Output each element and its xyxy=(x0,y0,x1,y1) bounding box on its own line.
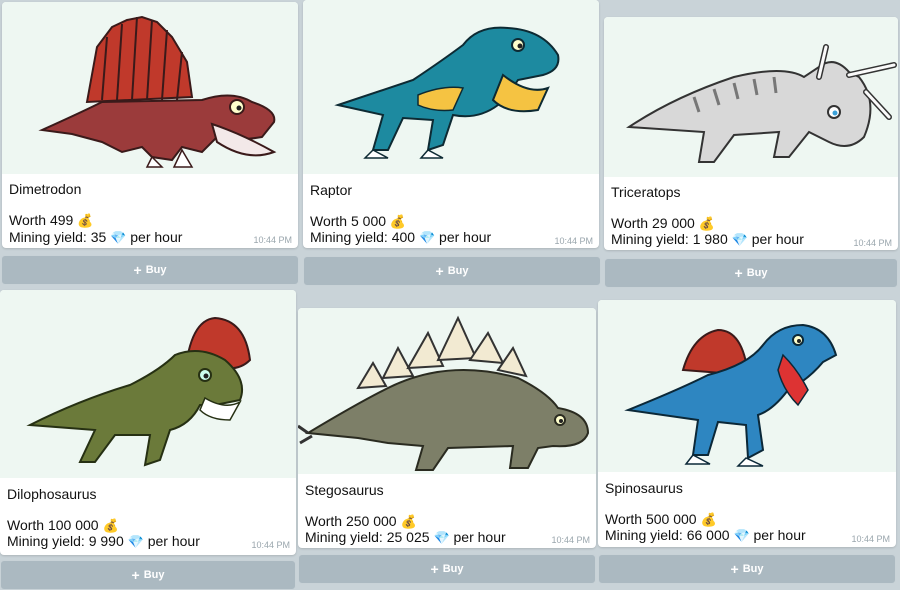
mining-value: 35 xyxy=(90,229,107,245)
product-card-dilophosaurus: Dilophosaurus Worth 100 000 💰 Mining yie… xyxy=(0,290,296,555)
mining-line: Mining yield: 9 990 💎 per hour xyxy=(7,533,200,550)
spinosaurus-image xyxy=(598,300,896,472)
timestamp: 10:44 PM xyxy=(251,540,290,550)
per-hour-label: per hour xyxy=(130,229,183,245)
card-title: Dimetrodon xyxy=(9,181,82,197)
diamond-icon: 💎 xyxy=(418,230,436,245)
worth-value: 29 000 xyxy=(651,215,695,231)
worth-line: Worth 29 000 💰 xyxy=(611,215,715,232)
worth-line: Worth 5 000 💰 xyxy=(310,213,406,230)
plus-icon: + xyxy=(131,567,140,583)
money-bag-icon: 💰 xyxy=(400,514,417,529)
mining-label: Mining yield: xyxy=(7,533,85,549)
worth-value: 499 xyxy=(49,212,74,228)
mining-label: Mining yield: xyxy=(9,229,87,245)
per-hour-label: per hour xyxy=(439,229,492,245)
product-card-spinosaurus: Spinosaurus Worth 500 000 💰 Mining yield… xyxy=(598,300,896,547)
worth-value: 500 000 xyxy=(645,511,697,527)
money-bag-icon: 💰 xyxy=(700,512,717,527)
stegosaurus-image xyxy=(298,308,596,474)
diamond-icon: 💎 xyxy=(127,534,144,549)
mining-value: 66 000 xyxy=(686,527,730,543)
diamond-icon: 💎 xyxy=(433,530,450,545)
card-title: Raptor xyxy=(310,182,353,198)
timestamp: 10:44 PM xyxy=(253,235,292,245)
timestamp: 10:44 PM xyxy=(851,534,890,544)
dimetrodon-image xyxy=(2,2,298,174)
buy-button-spinosaurus[interactable]: + Buy xyxy=(598,554,896,584)
buy-label: Buy xyxy=(143,569,165,581)
per-hour-label: per hour xyxy=(751,231,804,247)
money-bag-icon: 💰 xyxy=(698,216,715,231)
buy-label: Buy xyxy=(447,265,469,277)
product-card-stegosaurus: Stegosaurus Worth 250 000 💰 Mining yield… xyxy=(298,308,596,548)
mining-line: Mining yield: 1 980 💎 per hour xyxy=(611,231,804,248)
worth-value: 5 000 xyxy=(350,213,387,229)
diamond-icon: 💎 xyxy=(733,528,750,543)
worth-line: Worth 499 💰 xyxy=(9,212,93,229)
plus-icon: + xyxy=(730,561,739,577)
worth-label: Worth xyxy=(310,213,348,229)
product-card-raptor: Raptor Worth 5 000 💰 Mining yield: 400 💎… xyxy=(303,0,599,248)
buy-label: Buy xyxy=(442,563,464,575)
buy-label: Buy xyxy=(742,563,764,575)
plus-icon: + xyxy=(133,262,142,278)
mining-value: 9 990 xyxy=(88,533,124,549)
money-bag-icon: 💰 xyxy=(102,518,119,533)
worth-line: Worth 500 000 💰 xyxy=(605,511,717,528)
timestamp: 10:44 PM xyxy=(551,535,590,545)
worth-label: Worth xyxy=(9,212,47,228)
mining-value: 400 xyxy=(391,229,416,245)
card-title: Stegosaurus xyxy=(305,482,384,498)
worth-label: Worth xyxy=(7,517,45,533)
card-title: Triceratops xyxy=(611,184,681,200)
plus-icon: + xyxy=(734,265,743,281)
per-hour-label: per hour xyxy=(147,533,200,549)
worth-line: Worth 250 000 💰 xyxy=(305,513,417,530)
buy-label: Buy xyxy=(746,267,768,279)
mining-label: Mining yield: xyxy=(310,229,388,245)
plus-icon: + xyxy=(435,263,444,279)
buy-button-stegosaurus[interactable]: + Buy xyxy=(298,554,596,584)
mining-label: Mining yield: xyxy=(305,529,383,545)
mining-value: 25 025 xyxy=(386,529,430,545)
diamond-icon: 💎 xyxy=(731,232,748,247)
per-hour-label: per hour xyxy=(753,527,806,543)
worth-value: 250 000 xyxy=(345,513,397,529)
mining-label: Mining yield: xyxy=(605,527,683,543)
product-card-dimetrodon: Dimetrodon Worth 499 💰 Mining yield: 35 … xyxy=(2,2,298,248)
worth-line: Worth 100 000 💰 xyxy=(7,517,119,534)
product-card-triceratops: Triceratops Worth 29 000 💰 Mining yield:… xyxy=(604,17,898,250)
per-hour-label: per hour xyxy=(453,529,506,545)
triceratops-image xyxy=(604,17,898,177)
mining-line: Mining yield: 25 025 💎 per hour xyxy=(305,529,506,546)
worth-label: Worth xyxy=(605,511,643,527)
raptor-image xyxy=(303,0,599,174)
timestamp: 10:44 PM xyxy=(554,236,593,246)
card-title: Spinosaurus xyxy=(605,480,683,496)
worth-label: Worth xyxy=(611,215,649,231)
mining-line: Mining yield: 400 💎 per hour xyxy=(310,229,491,246)
plus-icon: + xyxy=(430,561,439,577)
worth-label: Worth xyxy=(305,513,343,529)
timestamp: 10:44 PM xyxy=(853,238,892,248)
mining-label: Mining yield: xyxy=(611,231,689,247)
mining-line: Mining yield: 35 💎 per hour xyxy=(9,229,182,246)
mining-line: Mining yield: 66 000 💎 per hour xyxy=(605,527,806,544)
buy-button-dimetrodon[interactable]: + Buy xyxy=(1,255,299,285)
money-bag-icon: 💰 xyxy=(389,214,407,229)
buy-button-triceratops[interactable]: + Buy xyxy=(604,258,898,288)
buy-button-dilophosaurus[interactable]: + Buy xyxy=(0,560,296,590)
card-title: Dilophosaurus xyxy=(7,486,97,502)
money-bag-icon: 💰 xyxy=(77,213,94,228)
worth-value: 100 000 xyxy=(47,517,99,533)
buy-label: Buy xyxy=(145,264,167,276)
diamond-icon: 💎 xyxy=(110,230,127,245)
buy-button-raptor[interactable]: + Buy xyxy=(303,256,601,286)
dilophosaurus-image xyxy=(0,290,296,478)
mining-value: 1 980 xyxy=(692,231,728,247)
